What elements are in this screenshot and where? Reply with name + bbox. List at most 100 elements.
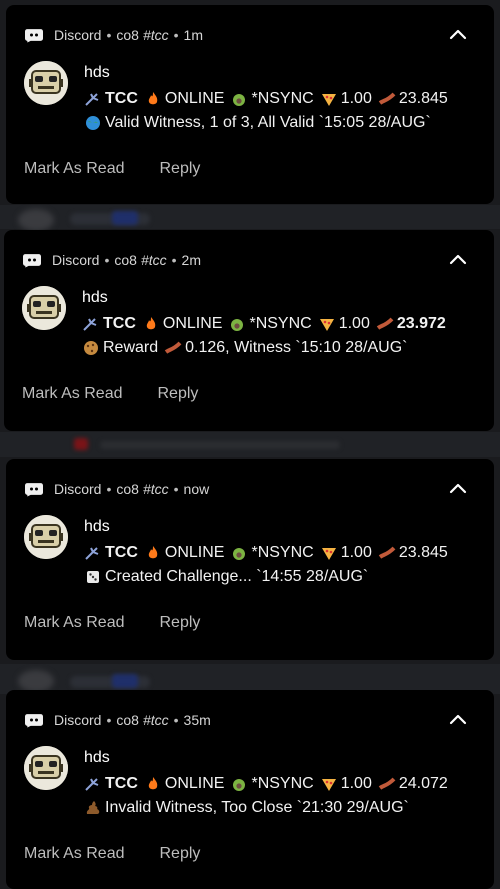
app-name: Discord — [52, 252, 100, 268]
online-label: ONLINE — [162, 315, 223, 332]
discord-icon — [23, 254, 41, 268]
notification-actions: Mark As Read Reply — [24, 160, 235, 178]
nsync-label: *NSYNC — [249, 315, 312, 332]
reply-button[interactable]: Reply — [159, 160, 200, 178]
blurred-emoji — [74, 438, 88, 450]
reply-button[interactable]: Reply — [159, 614, 200, 632]
channel-name: #tcc — [140, 252, 167, 268]
notification-header: Discord • co8 #tcc • 35m — [24, 710, 211, 730]
bacon-icon — [376, 317, 394, 330]
separator-dot: • — [173, 27, 179, 43]
chevron-up-icon[interactable] — [448, 252, 468, 266]
mark-as-read-button[interactable]: Mark As Read — [24, 160, 124, 178]
reply-button[interactable]: Reply — [159, 845, 200, 863]
blurred-message — [100, 441, 340, 449]
separator-dot: • — [173, 712, 179, 728]
message-line: Reward 0.126, Witness `15:10 28/AUG` — [82, 339, 407, 357]
app-name: Discord — [54, 481, 102, 497]
pizza-icon — [321, 94, 336, 106]
status-line: TCC ONLINE *NSYNC 1.00 24.072 — [84, 775, 448, 793]
server-name: co8 — [116, 481, 139, 497]
pizza-icon — [321, 548, 336, 560]
sender-name: hds — [84, 749, 110, 766]
channel-name: #tcc — [142, 481, 169, 497]
notification-header: Discord • co8 #tcc • 1m — [24, 25, 203, 45]
robot-avatar-icon — [24, 61, 68, 105]
online-label: ONLINE — [164, 775, 225, 792]
satellite-icon — [83, 318, 97, 331]
message-line: Valid Witness, 1 of 3, All Valid `15:05 … — [84, 114, 431, 132]
globe-icon — [86, 116, 100, 130]
message-line: Invalid Witness, Too Close `21:30 29/AUG… — [84, 799, 409, 817]
server-name: co8 — [116, 27, 139, 43]
bacon-icon — [164, 341, 182, 354]
notification-header: Discord • co8 #tcc • now — [24, 479, 209, 499]
avocado-icon — [231, 319, 244, 331]
sender-name: hds — [84, 518, 110, 535]
mark-as-read-button[interactable]: Mark As Read — [24, 845, 124, 863]
background-message-strip — [0, 432, 500, 457]
separator-dot: • — [173, 481, 179, 497]
pizza-icon — [321, 779, 336, 791]
pizza-icon — [319, 319, 334, 331]
notification-actions: Mark As Read Reply — [24, 614, 235, 632]
tcc-label: TCC — [105, 775, 138, 792]
notification-card[interactable]: Discord • co8 #tcc • 1m hds TCC ONLINE *… — [6, 5, 494, 204]
chevron-up-icon[interactable] — [448, 712, 468, 726]
timestamp: 1m — [183, 27, 203, 43]
nsync-label: *NSYNC — [251, 544, 314, 561]
notification-card[interactable]: Discord • co8 #tcc • 2m hds TCC ONLINE *… — [4, 230, 494, 431]
notification-card[interactable]: Discord • co8 #tcc • 35m hds TCC ONLINE … — [6, 690, 494, 889]
timestamp: now — [183, 481, 210, 497]
blurred-username — [70, 213, 150, 225]
dice-icon — [87, 571, 99, 583]
robot-avatar-icon — [24, 746, 68, 790]
pizza-value: 1.00 — [340, 544, 372, 561]
mark-as-read-button[interactable]: Mark As Read — [24, 614, 124, 632]
notification-card[interactable]: Discord • co8 #tcc • now hds TCC ONLINE … — [6, 459, 494, 660]
reply-button[interactable]: Reply — [157, 385, 198, 403]
satellite-icon — [85, 778, 99, 791]
app-name: Discord — [54, 712, 102, 728]
bacon-icon — [378, 777, 396, 790]
background-message-strip — [0, 205, 500, 231]
bacon-value: 23.845 — [398, 544, 448, 561]
chevron-up-icon[interactable] — [448, 27, 468, 41]
bacon-value: 23.972 — [396, 315, 446, 332]
blurred-avatar — [18, 209, 54, 231]
satellite-icon — [85, 547, 99, 560]
fire-icon — [148, 777, 158, 790]
server-name: co8 — [114, 252, 137, 268]
timestamp: 2m — [181, 252, 201, 268]
sender-name: hds — [84, 64, 110, 81]
separator-dot: • — [171, 252, 177, 268]
bacon-value: 23.845 — [398, 90, 448, 107]
status-line: TCC ONLINE *NSYNC 1.00 23.845 — [84, 544, 448, 562]
tcc-label: TCC — [103, 315, 136, 332]
timestamp: 35m — [183, 712, 211, 728]
notification-header: Discord • co8 #tcc • 2m — [22, 250, 201, 270]
mark-as-read-button[interactable]: Mark As Read — [22, 385, 122, 403]
reward-label: Reward — [103, 339, 159, 356]
nsync-label: *NSYNC — [251, 90, 314, 107]
message-text: Created Challenge... `14:55 28/AUG` — [105, 568, 369, 585]
message-text: Valid Witness, 1 of 3, All Valid `15:05 … — [105, 114, 431, 131]
avocado-icon — [233, 548, 246, 560]
robot-avatar-icon — [24, 515, 68, 559]
status-line: TCC ONLINE *NSYNC 1.00 23.845 — [84, 90, 448, 108]
server-name: co8 — [116, 712, 139, 728]
status-line: TCC ONLINE *NSYNC 1.00 23.972 — [82, 315, 446, 333]
message-line: Created Challenge... `14:55 28/AUG` — [84, 568, 368, 586]
tcc-label: TCC — [105, 544, 138, 561]
fire-icon — [146, 317, 156, 330]
satellite-icon — [85, 93, 99, 106]
chevron-up-icon[interactable] — [448, 481, 468, 495]
avatar — [24, 515, 68, 559]
message-text: Invalid Witness, Too Close `21:30 29/AUG… — [105, 799, 409, 816]
online-label: ONLINE — [164, 90, 225, 107]
pizza-value: 1.00 — [340, 775, 372, 792]
blurred-badge — [112, 211, 138, 225]
online-label: ONLINE — [164, 544, 225, 561]
channel-name: #tcc — [142, 27, 169, 43]
avatar — [24, 61, 68, 105]
